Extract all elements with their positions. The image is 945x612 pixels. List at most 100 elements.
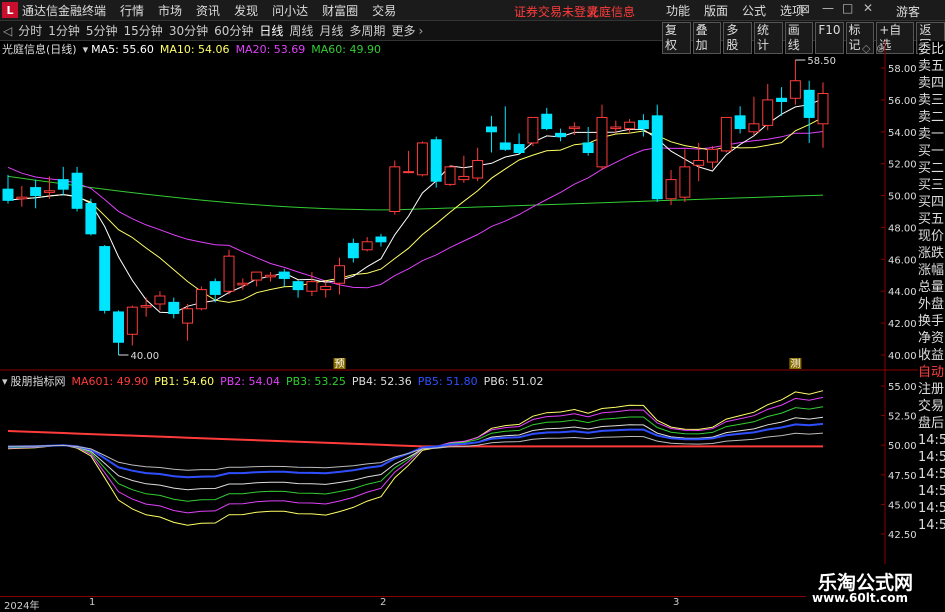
app-logo-icon: L: [2, 2, 18, 18]
candle-body-up: [140, 305, 152, 308]
candle-body-up: [568, 126, 580, 130]
candle-body-down: [541, 113, 553, 130]
candle-body-up: [624, 121, 636, 130]
menu-gongneng[interactable]: 功能: [666, 2, 690, 19]
tab-30min[interactable]: 30分钟: [166, 22, 211, 39]
high-price-label: 58.50: [807, 56, 836, 67]
candle-body-up: [610, 126, 622, 130]
side-buy4: 买四: [918, 195, 945, 210]
side-buy5: 买五: [918, 212, 945, 227]
ma5-line: [7, 98, 824, 314]
login-notice[interactable]: 证券交易未登录: [514, 3, 598, 20]
more-dropdown-icon[interactable]: ›: [418, 24, 423, 38]
main-y-tick-label: 52.00: [888, 160, 917, 171]
maximize-icon[interactable]: □: [842, 1, 853, 15]
kline-chart[interactable]: 40.00 42.00 44.00 46.00 48.00 50.00 52.00 54.00…: [0, 41, 918, 596]
main-y-tick-label: 42.00: [888, 319, 917, 330]
menu-hangqing[interactable]: 行情: [120, 2, 144, 19]
side-buy2: 买二: [918, 161, 945, 176]
candle-body-down: [582, 142, 594, 154]
tab-multi-period[interactable]: 多周期: [346, 22, 388, 39]
candle-body-down: [113, 311, 124, 343]
event-marker-text: 预: [335, 358, 345, 370]
candle-body-up: [817, 93, 829, 125]
side-sell1: 卖一: [918, 127, 945, 142]
sub-y-tick-label: 47.50: [888, 471, 917, 482]
side-sell3: 卖三: [918, 93, 945, 108]
sub-y-tick-label: 45.00: [888, 500, 917, 511]
candle-body-down: [430, 139, 442, 182]
minimize-icon[interactable]: —: [822, 1, 834, 15]
candle-body-up: [264, 274, 276, 278]
side-weibi: 委比: [918, 42, 945, 57]
side-outer: 外盘: [918, 297, 945, 312]
candle-body-up: [182, 308, 194, 324]
menu-faxian[interactable]: 发现: [234, 2, 258, 19]
menu-shichang[interactable]: 市场: [158, 2, 182, 19]
stock-name-title: 光庭信息: [587, 5, 636, 19]
tab-monthly[interactable]: 月线: [316, 22, 346, 39]
candle-body-down: [803, 89, 815, 118]
fullscreen-icon[interactable]: ⊠: [800, 2, 810, 16]
candle-body-down: [99, 246, 111, 311]
side-register[interactable]: 注册: [918, 381, 945, 398]
candle-body-up: [126, 306, 138, 335]
tab-15min[interactable]: 15分钟: [121, 22, 166, 39]
date-month-1: 1: [89, 597, 96, 608]
side-price: 现价: [918, 229, 945, 244]
candle-body-up: [16, 196, 28, 200]
candle-body-down: [499, 142, 511, 150]
side-sell4: 卖四: [918, 76, 945, 91]
candle-body-down: [168, 301, 180, 315]
side-afterhours[interactable]: 盘后: [918, 415, 945, 432]
tab-more[interactable]: 更多: [388, 22, 418, 39]
menu-banmian[interactable]: 版面: [704, 2, 728, 19]
tab-60min[interactable]: 60分钟: [211, 22, 256, 39]
menu-gongshi[interactable]: 公式: [742, 2, 766, 19]
toolbar-collapse-icon[interactable]: ◁: [0, 24, 15, 38]
candle-body-down: [347, 242, 359, 259]
candle-body-up: [693, 159, 705, 166]
tab-1min[interactable]: 1分钟: [45, 22, 83, 39]
candle-body-up: [154, 295, 166, 305]
event-marker-text: 测: [790, 357, 800, 370]
main-y-tick-label: 46.00: [888, 255, 917, 266]
side-auto[interactable]: 自动: [918, 364, 945, 381]
side-buy1: 买一: [918, 144, 945, 159]
sub-y-tick-label: 50.00: [888, 441, 917, 452]
guest-label[interactable]: 游客: [896, 3, 920, 20]
menu-caifuquan[interactable]: 财富圈: [322, 2, 358, 19]
tab-weekly[interactable]: 周线: [286, 22, 316, 39]
main-y-tick-label: 54.00: [888, 128, 917, 139]
main-y-tick-label: 50.00: [888, 192, 917, 203]
side-trade[interactable]: 交易: [918, 398, 945, 415]
low-price-label: 40.00: [131, 351, 160, 362]
close-icon[interactable]: ✕: [863, 1, 873, 15]
tab-daily[interactable]: 日线: [256, 22, 286, 39]
candle-body-down: [85, 203, 97, 235]
side-time-5: 14:56: [918, 501, 945, 516]
side-time-2: 14:56: [918, 450, 945, 465]
candle-body-up: [320, 285, 332, 291]
sub-y-tick-label: 52.50: [888, 412, 917, 423]
side-change-pct: 涨幅: [918, 263, 945, 278]
main-y-tick-label: 40.00: [888, 351, 917, 362]
candle-body-down: [375, 236, 387, 243]
main-y-tick-label: 58.00: [888, 64, 917, 75]
candle-body-down: [278, 271, 290, 279]
menu-wenxiaoda[interactable]: 问小达: [272, 2, 308, 19]
tab-fenshi[interactable]: 分时: [15, 22, 45, 39]
candle-body-down: [513, 144, 525, 154]
menu-zixun[interactable]: 资讯: [196, 2, 220, 19]
candle-body-up: [748, 123, 760, 133]
candle-body-up: [665, 179, 677, 200]
menu-jiaoyi[interactable]: 交易: [372, 2, 396, 19]
side-sell5: 卖五: [918, 59, 945, 74]
main-y-tick-label: 44.00: [888, 287, 917, 298]
candle-body-up: [762, 99, 774, 126]
watermark-url: www.60lt.com: [812, 591, 909, 605]
side-time-6: 14:56: [918, 518, 945, 533]
candle-body-up: [43, 190, 55, 193]
candle-body-down: [555, 132, 567, 138]
tab-5min[interactable]: 5分钟: [83, 22, 121, 39]
